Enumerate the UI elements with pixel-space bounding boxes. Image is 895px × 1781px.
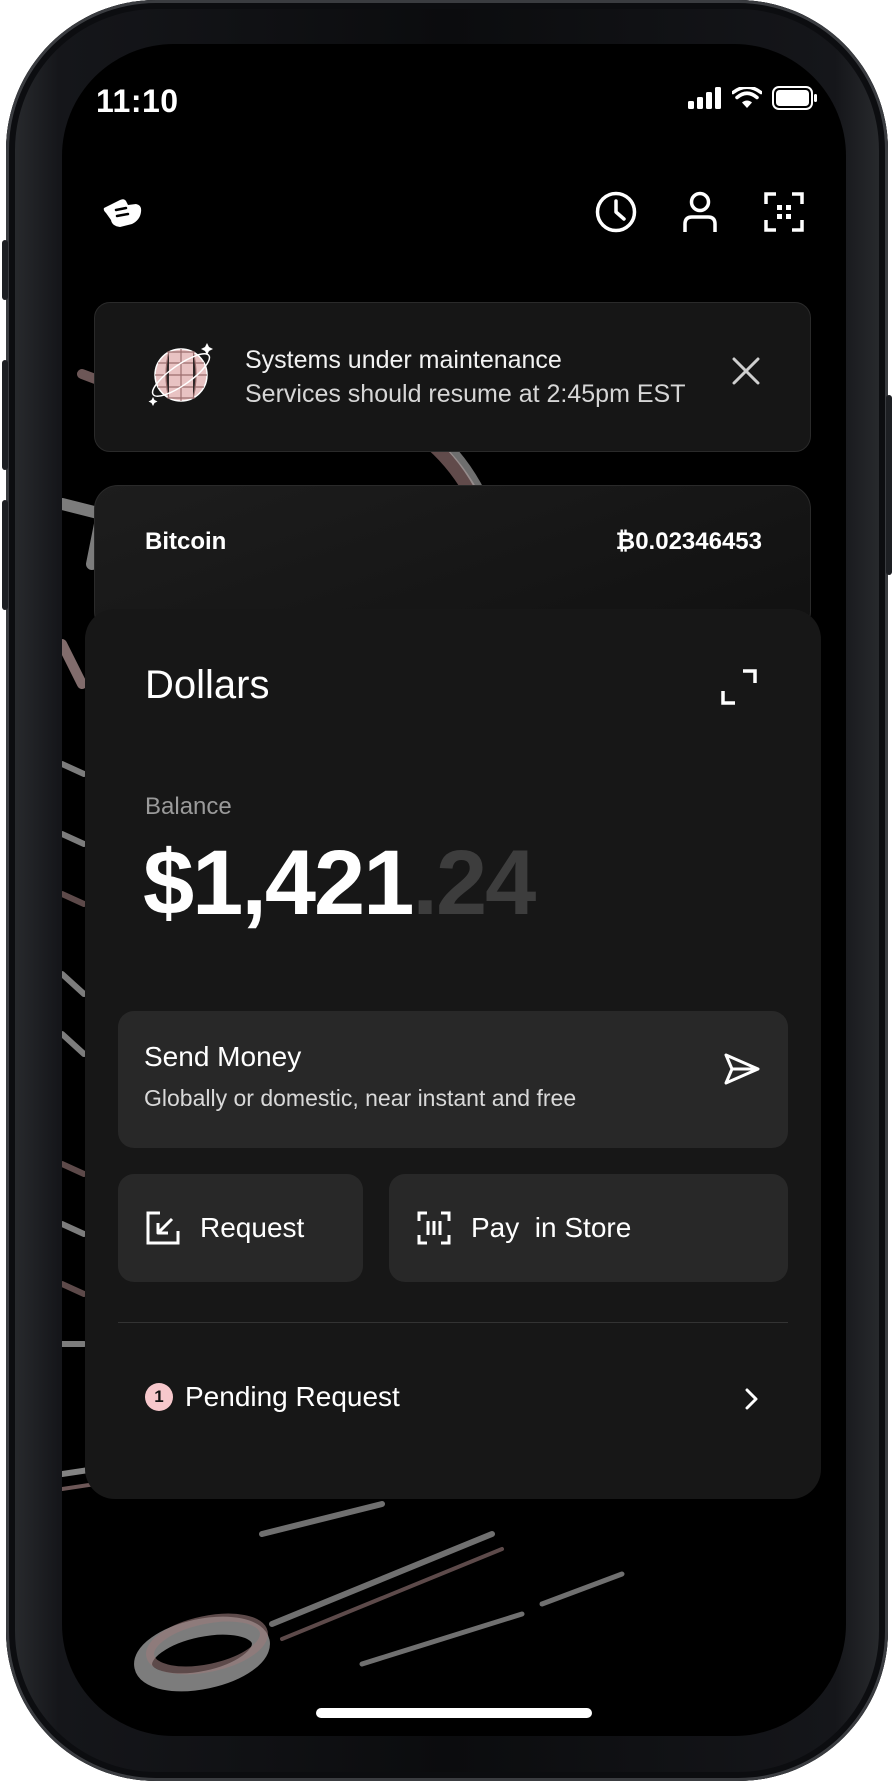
request-label: Request bbox=[200, 1212, 305, 1243]
pending-request-label: Pending Request bbox=[185, 1381, 400, 1412]
pay-in-store-label: Pay in Store bbox=[471, 1212, 632, 1243]
pending-request-row[interactable]: 1 Pending Request bbox=[145, 1381, 400, 1413]
bitcoin-label: Bitcoin bbox=[145, 528, 227, 555]
app-logo[interactable] bbox=[102, 196, 144, 235]
phone-frame: 11:10 Systems under maintenance Services… bbox=[2, 0, 892, 1781]
send-money-button[interactable]: Send Money Globally or domestic, near in… bbox=[118, 1011, 788, 1148]
phone-screen: 11:10 Systems under maintenance Services… bbox=[62, 44, 846, 1736]
person-icon bbox=[683, 191, 717, 232]
arrow-down-left-icon bbox=[146, 1211, 180, 1245]
banner-close-button[interactable] bbox=[730, 355, 762, 387]
send-money-title: Send Money bbox=[144, 1041, 302, 1072]
power-button bbox=[886, 395, 892, 575]
wifi-icon bbox=[732, 87, 762, 108]
expand-icon bbox=[721, 669, 757, 705]
balance-whole: $1,421 bbox=[143, 832, 414, 934]
balance-amount: $1,421.24 bbox=[143, 831, 536, 936]
balance-label: Balance bbox=[145, 793, 232, 820]
scan-button[interactable] bbox=[758, 186, 810, 238]
maintenance-banner: Systems under maintenance Services shoul… bbox=[94, 302, 811, 452]
banner-subtitle: Services should resume at 2:45pm EST bbox=[245, 380, 686, 408]
home-indicator[interactable] bbox=[316, 1708, 592, 1718]
clock-icon bbox=[595, 191, 637, 233]
dollars-card: Dollars Balance $1,421.24 Send Money Glo… bbox=[85, 609, 821, 1499]
paper-plane-icon bbox=[724, 1053, 760, 1085]
request-button[interactable]: Request bbox=[118, 1174, 363, 1282]
history-button[interactable] bbox=[590, 186, 642, 238]
cellular-signal-icon bbox=[688, 87, 721, 109]
divider bbox=[118, 1322, 788, 1323]
balance-cents: .24 bbox=[412, 832, 536, 934]
chevron-right-icon[interactable] bbox=[739, 1387, 763, 1411]
topbar-actions bbox=[590, 186, 810, 238]
disco-ball-icon bbox=[148, 343, 213, 406]
profile-button[interactable] bbox=[674, 186, 726, 238]
banner-title: Systems under maintenance bbox=[245, 346, 562, 374]
qr-scan-icon bbox=[764, 192, 804, 232]
pending-count-badge: 1 bbox=[145, 1383, 173, 1411]
expand-button[interactable] bbox=[717, 665, 761, 709]
volume-down-button bbox=[2, 500, 8, 610]
status-icons bbox=[688, 86, 818, 110]
pay-in-store-button[interactable]: Pay in Store bbox=[389, 1174, 788, 1282]
status-time: 11:10 bbox=[96, 83, 179, 119]
hand-point-logo-icon bbox=[103, 199, 142, 227]
bitcoin-balance: ₿0.02346453 bbox=[615, 528, 762, 555]
dollars-title: Dollars bbox=[145, 663, 270, 707]
notch bbox=[232, 44, 678, 112]
mute-switch bbox=[2, 240, 8, 300]
send-money-subtitle: Globally or domestic, near instant and f… bbox=[144, 1085, 577, 1111]
volume-up-button bbox=[2, 360, 8, 470]
battery-icon bbox=[772, 86, 817, 110]
barcode-scan-icon bbox=[417, 1211, 451, 1245]
close-icon bbox=[732, 357, 760, 385]
